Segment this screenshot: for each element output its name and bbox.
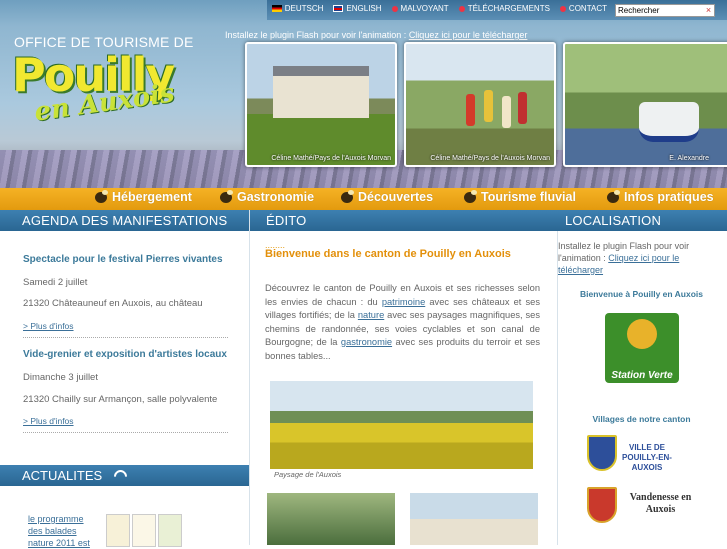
flag-uk-icon (333, 5, 344, 12)
event-place: 21320 Chailly sur Armançon, salle polyva… (23, 394, 218, 405)
bee-icon (220, 189, 233, 203)
station-verte-logo[interactable]: Station Verte (605, 313, 679, 383)
village-name[interactable]: Vandenesse en Auxois (628, 492, 693, 516)
localisation-flash-notice: Installez le plugin Flash pour voir l'an… (558, 241, 690, 275)
village-name[interactable]: VILLE DE POUILLY-EN-AUXOIS (620, 443, 674, 473)
search-input[interactable] (615, 4, 715, 17)
link-gastronomie[interactable]: gastronomie (341, 337, 392, 347)
link-english[interactable]: ENGLISH (333, 4, 382, 13)
actualite-thumbnail[interactable] (132, 514, 156, 547)
photo-caption: E. Alexandre (669, 155, 709, 162)
canal-photo (267, 493, 395, 545)
photo-caption: Céline Mathé/Pays de l'Auxois Morvan (271, 155, 391, 162)
event-more-link[interactable]: > Plus d'infos (23, 416, 74, 426)
edito-heading: ÉDITO (250, 210, 557, 231)
sun-shape (627, 319, 657, 349)
top-links: DEUTSCH ENGLISH MALVOYANT TÉLÉCHARGEMENT… (271, 4, 607, 13)
main-nav: Hébergement Gastronomie Découvertes Tour… (0, 188, 727, 210)
bee-icon (95, 189, 108, 203)
event-title[interactable]: Vide-grenier et exposition d'artistes lo… (23, 349, 227, 360)
link-deutsch[interactable]: DEUTSCH (271, 4, 323, 13)
landscape-photo (270, 381, 533, 469)
nav-item-hebergement[interactable]: Hébergement (95, 189, 192, 204)
nav-item-gastronomie[interactable]: Gastronomie (220, 189, 314, 204)
divider (23, 432, 228, 433)
localisation-heading: LOCALISATION (556, 210, 727, 231)
header-photo-hikers: Céline Mathé/Pays de l'Auxois Morvan (404, 42, 556, 167)
link-nature[interactable]: nature (358, 310, 384, 320)
edito-title: Bienvenue dans le canton de Pouilly en A… (265, 248, 511, 260)
photo-caption: Céline Mathé/Pays de l'Auxois Morvan (430, 155, 550, 162)
bee-icon (607, 189, 620, 203)
link-contact[interactable]: CONTACT (559, 4, 607, 13)
site-header: DEUTSCH ENGLISH MALVOYANT TÉLÉCHARGEMENT… (0, 0, 727, 188)
link-telechargements[interactable]: TÉLÉCHARGEMENTS (458, 4, 550, 13)
download-icon (458, 5, 465, 12)
chateau-shape (273, 66, 369, 118)
flash-notice: Installez le plugin Flash pour voir l'an… (225, 30, 528, 40)
event-title[interactable]: Spectacle pour le festival Pierres vivan… (23, 254, 223, 265)
mail-icon (559, 5, 566, 12)
rss-icon[interactable] (111, 467, 130, 486)
search-clear-icon[interactable]: × (703, 5, 714, 16)
bee-icon (464, 189, 477, 203)
accessibility-icon (391, 5, 398, 12)
villages-title: Villages de notre canton (592, 414, 691, 424)
nav-item-decouvertes[interactable]: Découvertes (341, 189, 433, 204)
boat-shape (639, 102, 699, 142)
divider (23, 337, 228, 338)
nav-item-tourisme-fluvial[interactable]: Tourisme fluvial (464, 189, 576, 204)
vandenesse-coat-of-arms-icon[interactable] (587, 487, 617, 523)
link-malvoyant[interactable]: MALVOYANT (391, 4, 449, 13)
agenda-heading: AGENDA DES MANIFESTATIONS (0, 210, 249, 231)
event-more-link[interactable]: > Plus d'infos (23, 321, 74, 331)
actualite-link[interactable]: le programme des balades nature 2011 est (28, 513, 98, 549)
bee-icon (341, 189, 354, 203)
nav-item-infos-pratiques[interactable]: Infos pratiques (607, 189, 714, 204)
welcome-text: Bienvenue à Pouilly en Auxois (580, 289, 703, 299)
edito-text: Découvrez le canton de Pouilly en Auxois… (265, 283, 541, 361)
actualites-heading: ACTUALITES (0, 465, 249, 486)
link-patrimoine[interactable]: patrimoine (382, 297, 425, 307)
actualite-thumbnail[interactable] (106, 514, 130, 547)
actualite-thumbnail[interactable] (158, 514, 182, 547)
flash-download-link[interactable]: Cliquez ici pour le télécharger (409, 30, 528, 40)
search-box: × (615, 4, 727, 17)
header-photo-canal: E. Alexandre (563, 42, 727, 167)
header-photo-chateau: Céline Mathé/Pays de l'Auxois Morvan (245, 42, 397, 167)
photo-caption: Paysage de l'Auxois (274, 470, 342, 479)
event-place: 21320 Châteauneuf en Auxois, au château (23, 298, 203, 309)
event-date: Dimanche 3 juillet (23, 372, 98, 383)
chateau-photo (410, 493, 538, 545)
station-verte-label: Station Verte (611, 370, 673, 381)
pouilly-coat-of-arms-icon[interactable] (587, 435, 617, 471)
flag-de-icon (271, 5, 282, 12)
event-date: Samedi 2 juillet (23, 277, 88, 288)
